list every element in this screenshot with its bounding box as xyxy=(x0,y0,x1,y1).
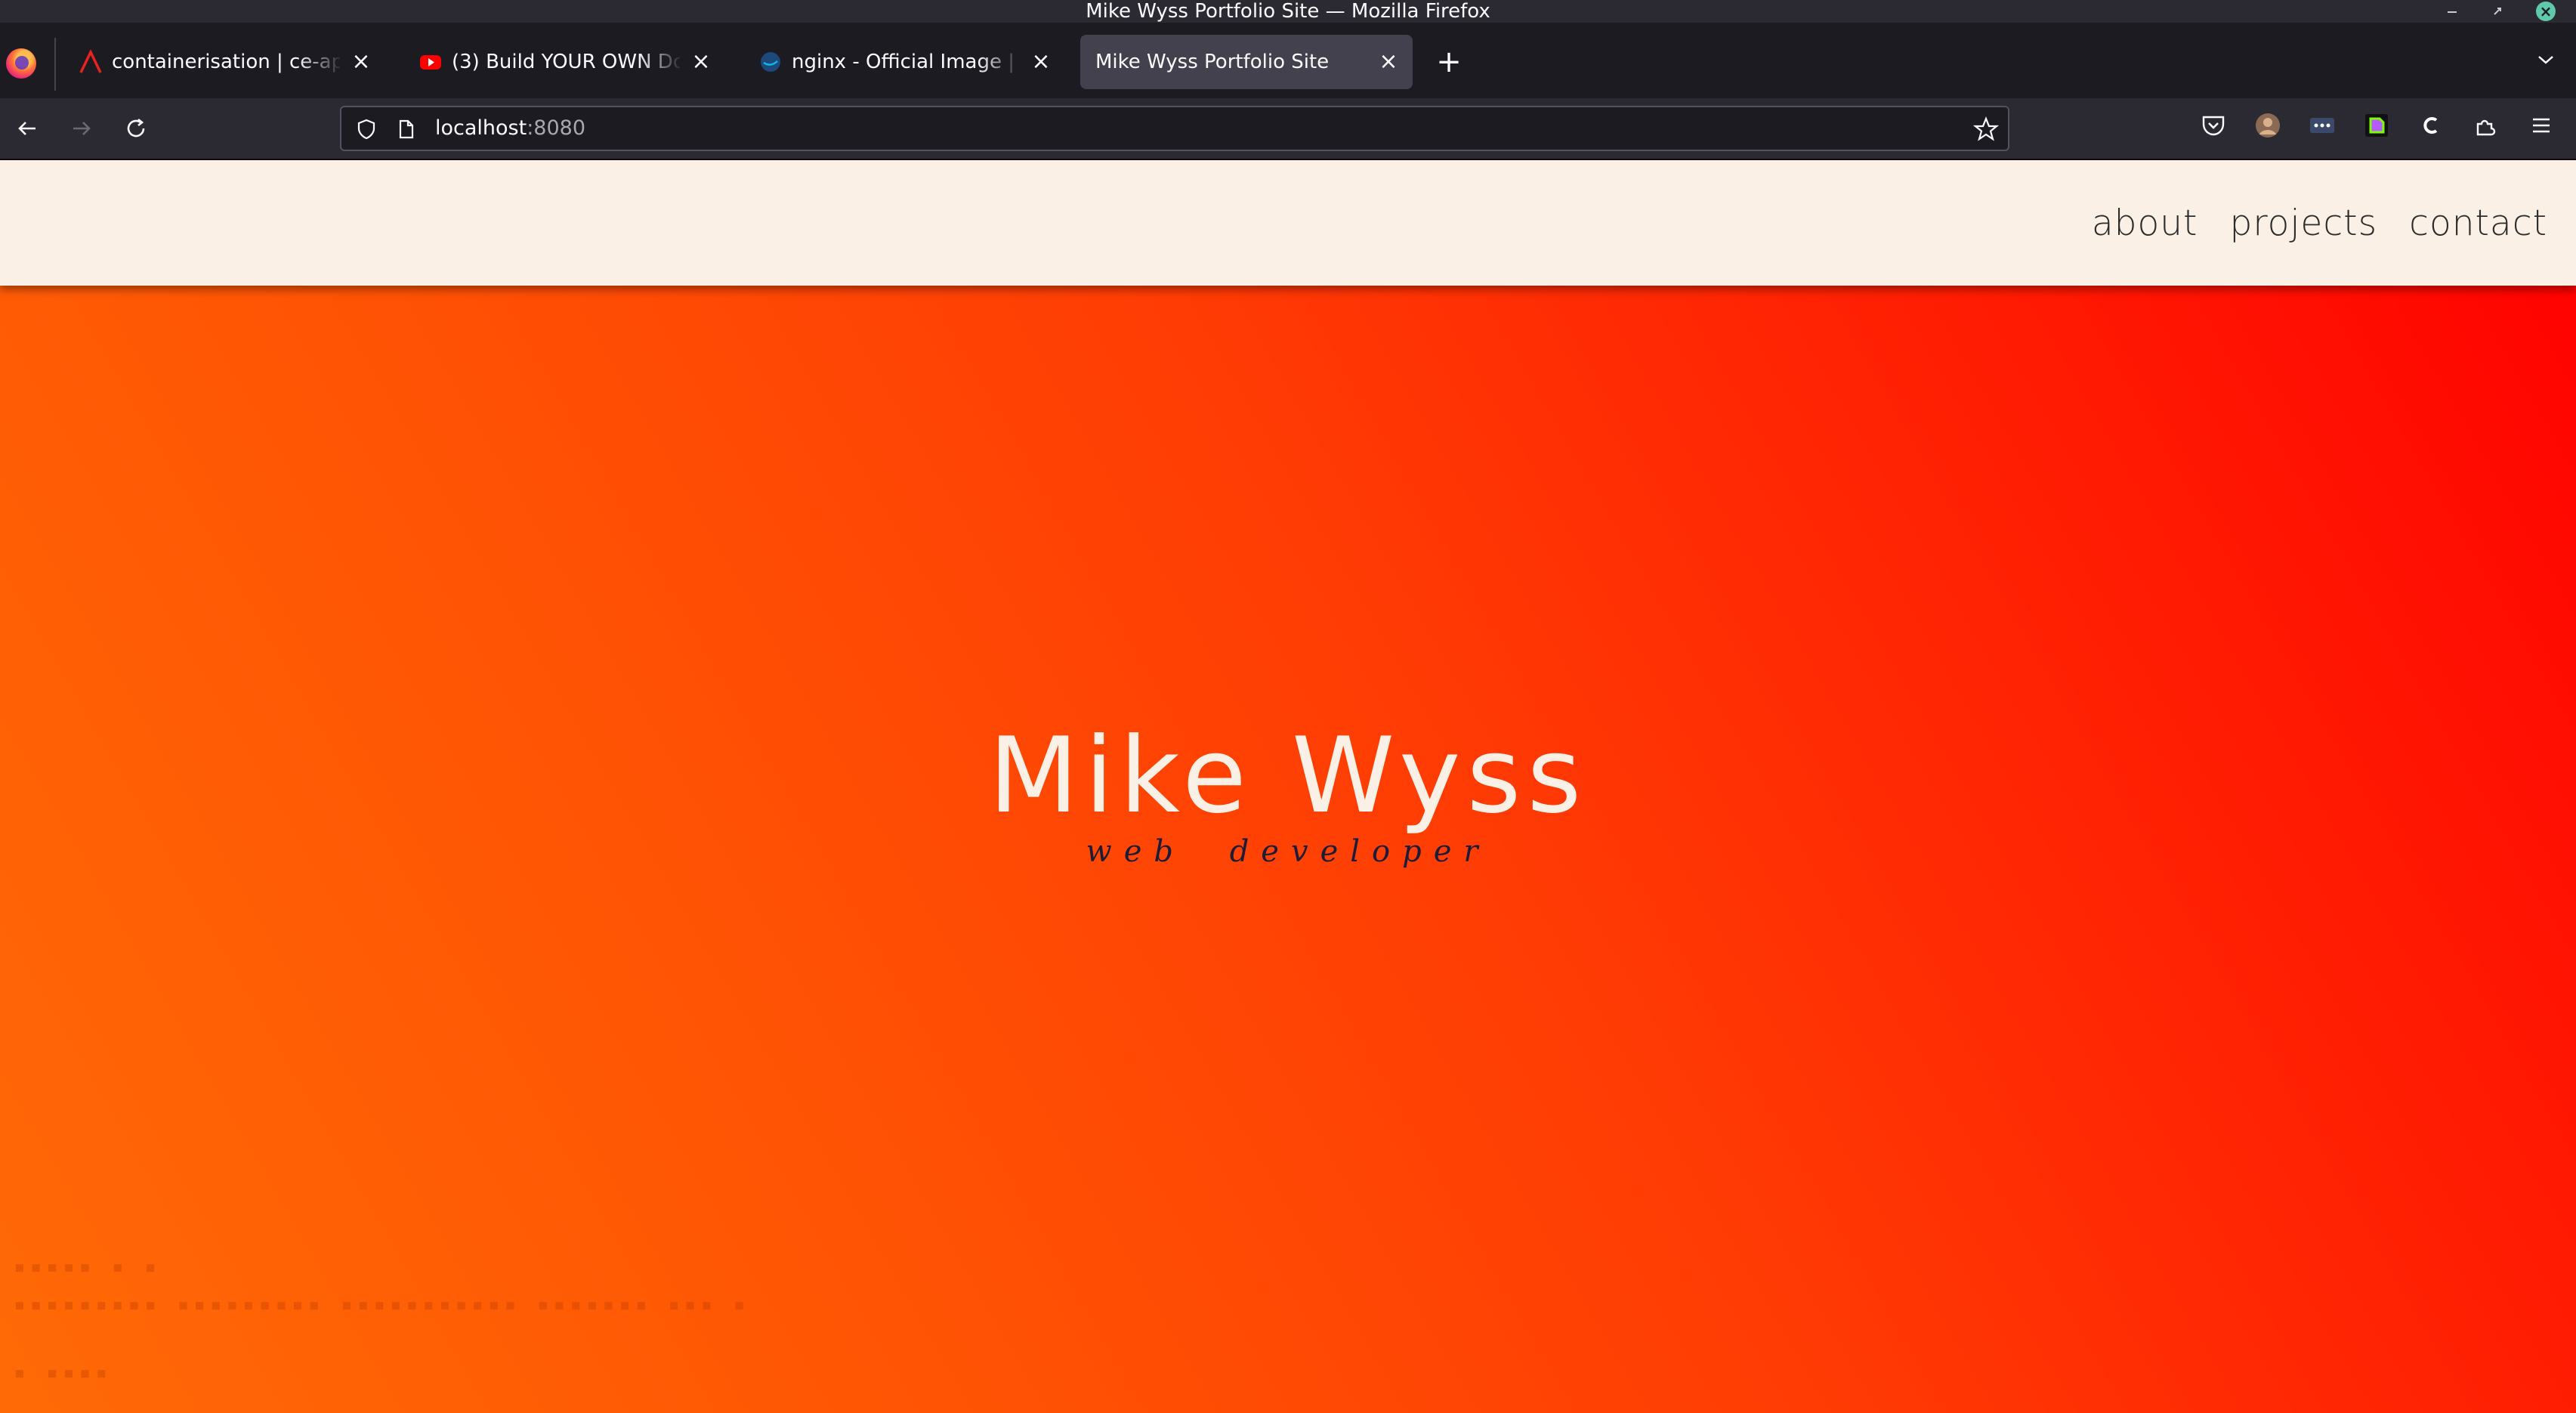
window-title: Mike Wyss Portfolio Site — Mozilla Firef… xyxy=(1086,0,1490,23)
docker-icon xyxy=(761,52,780,72)
restore-icon[interactable] xyxy=(2482,0,2513,23)
tab-portfolio-active[interactable]: Mike Wyss Portfolio Site × xyxy=(1080,35,1413,89)
page-viewport: about projects contact Mike Wyss web dev… xyxy=(0,160,2576,1413)
hero-subtitle: web developer xyxy=(1086,834,1490,869)
page-info-icon[interactable] xyxy=(394,118,417,141)
close-tab-icon[interactable]: × xyxy=(1027,48,1055,76)
tab-strip: containerisation | ce-applica × (3) Buil… xyxy=(0,23,2576,98)
new-tab-button[interactable]: + xyxy=(1432,45,1466,79)
tracking-protection-shield-icon[interactable] xyxy=(355,118,378,141)
back-button[interactable] xyxy=(11,112,44,145)
tab-nginx-docker[interactable]: nginx - Official Image | Dock × xyxy=(740,35,1065,89)
navigation-toolbar: localhost:8080 xyxy=(0,98,2576,160)
bookmark-star-icon[interactable] xyxy=(1973,116,1999,142)
hero-section: Mike Wyss web developer xyxy=(0,715,2576,870)
url-bar[interactable]: localhost:8080 xyxy=(340,106,2009,151)
close-tab-icon[interactable]: × xyxy=(347,48,375,76)
url-port: :8080 xyxy=(527,116,586,140)
arrow-left-icon xyxy=(18,122,36,135)
faint-background-text: ▪▪▪▪▪▪▪▪▪ ▪▪▪▪▪▪▪▪▪ ▪▪▪▪▪▪▪▪▪▪▪ ▪▪▪▪▪▪▪ … xyxy=(14,1294,750,1316)
window-close-button[interactable]: × xyxy=(2531,0,2561,23)
nav-link-projects[interactable]: projects xyxy=(2229,203,2377,244)
close-icon: × xyxy=(2536,2,2556,21)
site-navbar: about projects contact xyxy=(0,160,2576,286)
nav-link-about[interactable]: about xyxy=(2092,203,2198,244)
arrow-right-icon xyxy=(73,122,91,135)
tab-separator xyxy=(54,38,56,91)
faint-background-text: ▪▪▪▪▪ ▪ ▪ xyxy=(14,1256,161,1279)
close-tab-icon[interactable]: × xyxy=(1375,48,1402,76)
site-nav-links: about projects contact xyxy=(2092,160,2547,286)
extension-c-icon[interactable] xyxy=(2417,112,2445,139)
nav-link-contact[interactable]: contact xyxy=(2409,203,2547,244)
extensions-puzzle-icon[interactable] xyxy=(2472,112,2499,139)
faint-background-text: ▪ ▪▪▪▪ xyxy=(14,1362,112,1384)
reload-button[interactable] xyxy=(119,112,153,145)
hero-name: Mike Wyss xyxy=(988,715,1588,836)
account-avatar-icon[interactable] xyxy=(2254,112,2281,139)
minimize-icon[interactable] xyxy=(2437,0,2467,23)
forward-button[interactable] xyxy=(65,112,98,145)
password-manager-extension-icon[interactable] xyxy=(2309,112,2336,139)
close-tab-icon[interactable]: × xyxy=(687,48,715,76)
tab-youtube[interactable]: (3) Build YOUR OWN Docke × xyxy=(400,35,725,89)
extension-icon[interactable] xyxy=(2363,112,2390,139)
ce-logo-icon xyxy=(79,50,102,73)
hamburger-menu-icon[interactable] xyxy=(2528,112,2555,139)
pocket-icon[interactable] xyxy=(2200,112,2227,139)
list-all-tabs-icon[interactable] xyxy=(2531,48,2561,79)
window-titlebar: Mike Wyss Portfolio Site — Mozilla Firef… xyxy=(0,0,2576,23)
firefox-view-icon[interactable] xyxy=(6,48,36,79)
url-text[interactable]: localhost:8080 xyxy=(435,107,585,150)
youtube-icon xyxy=(420,55,441,70)
tab-label: Mike Wyss Portfolio Site xyxy=(1095,51,1330,73)
tab-containerisation[interactable]: containerisation | ce-applica × xyxy=(60,35,385,89)
reload-icon xyxy=(127,118,145,138)
url-host: localhost xyxy=(435,116,527,140)
